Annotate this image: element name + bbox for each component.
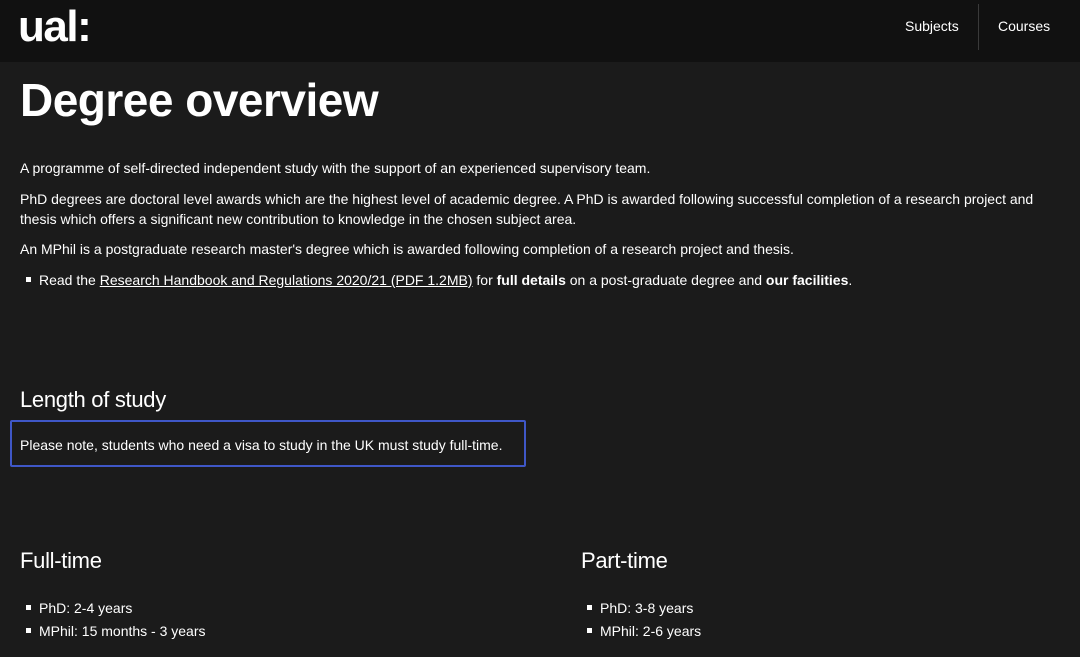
ual-logo[interactable]: ual: bbox=[18, 2, 92, 52]
bullet-icon bbox=[587, 604, 592, 610]
full-time-phd-item: PhD: 2-4 years bbox=[26, 598, 132, 618]
nav-courses-link[interactable]: Courses bbox=[998, 0, 1050, 52]
full-time-mphil-item: MPhil: 15 months - 3 years bbox=[26, 621, 206, 641]
research-handbook-link[interactable]: Research Handbook and Regulations 2020/2… bbox=[100, 272, 473, 288]
nav-subjects-link[interactable]: Subjects bbox=[905, 0, 959, 52]
handbook-mid-text: for bbox=[472, 272, 497, 288]
length-of-study-heading: Length of study bbox=[20, 387, 166, 412]
full-time-heading: Full-time bbox=[20, 548, 102, 573]
bullet-icon bbox=[26, 604, 31, 610]
full-details-bold: full details bbox=[496, 272, 566, 288]
site-header: ual: Subjects Courses bbox=[0, 0, 1080, 62]
full-time-phd-text: PhD: 2-4 years bbox=[39, 600, 133, 616]
bullet-icon bbox=[26, 276, 31, 282]
bullet-icon bbox=[26, 627, 31, 633]
handbook-mid-text-2: on a post-graduate degree and bbox=[565, 272, 766, 288]
handbook-prefix-text: Read the bbox=[39, 272, 100, 288]
visa-note-text: Please note, students who need a visa to… bbox=[20, 437, 503, 453]
intro-paragraph: A programme of self-directed independent… bbox=[20, 160, 651, 176]
part-time-phd-text: PhD: 3-8 years bbox=[600, 600, 694, 616]
mphil-description-paragraph: An MPhil is a postgraduate research mast… bbox=[20, 241, 794, 257]
part-time-heading: Part-time bbox=[581, 548, 668, 573]
bullet-icon bbox=[587, 627, 592, 633]
handbook-suffix-text: . bbox=[848, 272, 853, 288]
handbook-list-item: Read the Research Handbook and Regulatio… bbox=[26, 270, 852, 290]
page-title: Degree overview bbox=[20, 74, 379, 126]
nav-divider bbox=[978, 4, 979, 50]
part-time-mphil-text: MPhil: 2-6 years bbox=[600, 623, 702, 639]
part-time-phd-item: PhD: 3-8 years bbox=[587, 598, 693, 618]
phd-description-paragraph: PhD degrees are doctoral level awards wh… bbox=[20, 191, 1034, 227]
part-time-mphil-item: MPhil: 2-6 years bbox=[587, 621, 701, 641]
our-facilities-bold: our facilities bbox=[765, 272, 849, 288]
full-time-mphil-text: MPhil: 15 months - 3 years bbox=[39, 623, 206, 639]
